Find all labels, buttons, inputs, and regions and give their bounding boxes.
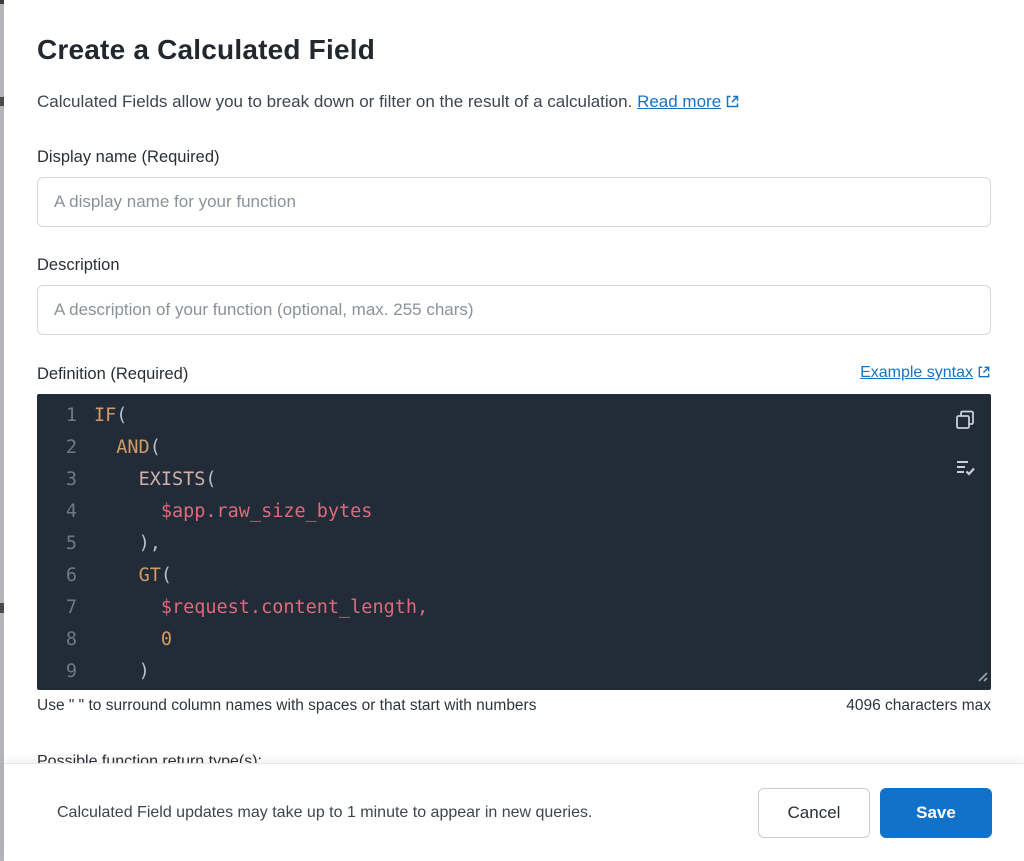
- modal-footer: Calculated Field updates may take up to …: [4, 763, 1024, 861]
- example-syntax-link[interactable]: Example syntax: [860, 364, 973, 381]
- definition-editor-lines: 1IF(2 AND(3 EXISTS(4 $app.raw_size_bytes…: [37, 400, 991, 688]
- read-more-link[interactable]: Read more: [637, 92, 721, 111]
- line-number: 8: [37, 624, 77, 656]
- footer-note: Calculated Field updates may take up to …: [57, 804, 758, 822]
- validate-list-icon[interactable]: [952, 455, 978, 481]
- line-number: 3: [37, 464, 77, 496]
- page-title: Create a Calculated Field: [37, 34, 991, 66]
- external-link-icon: [725, 94, 740, 114]
- line-number: 5: [37, 528, 77, 560]
- create-calculated-field-modal: Create a Calculated Field Calculated Fie…: [4, 0, 1024, 861]
- code-line: 7 $request.content_length,: [37, 592, 991, 624]
- copy-icon[interactable]: [952, 407, 978, 433]
- definition-label: Definition (Required): [37, 365, 188, 384]
- description-field-block: Description: [37, 256, 991, 335]
- intro-text: Calculated Fields allow you to break dow…: [37, 92, 991, 114]
- line-number: 4: [37, 496, 77, 528]
- display-name-field-block: Display name (Required): [37, 148, 991, 227]
- save-button[interactable]: Save: [880, 788, 992, 838]
- definition-helper-row: Use " " to surround column names with sp…: [37, 697, 991, 715]
- code-line: 1IF(: [37, 400, 991, 432]
- line-number: 7: [37, 592, 77, 624]
- editor-toolbar: [952, 407, 978, 481]
- code-line: 8 0: [37, 624, 991, 656]
- display-name-label: Display name (Required): [37, 148, 991, 167]
- definition-helper-text: Use " " to surround column names with sp…: [37, 697, 536, 715]
- display-name-input[interactable]: [37, 177, 991, 227]
- code-line: 4 $app.raw_size_bytes: [37, 496, 991, 528]
- cancel-button[interactable]: Cancel: [758, 788, 870, 838]
- line-number: 6: [37, 560, 77, 592]
- definition-header: Definition (Required) Example syntax: [37, 364, 991, 384]
- line-number: 1: [37, 400, 77, 432]
- line-number: 2: [37, 432, 77, 464]
- intro-text-body: Calculated Fields allow you to break dow…: [37, 92, 632, 111]
- definition-editor[interactable]: 1IF(2 AND(3 EXISTS(4 $app.raw_size_bytes…: [37, 394, 991, 690]
- code-line: 3 EXISTS(: [37, 464, 991, 496]
- external-link-icon: [977, 365, 991, 384]
- code-line: 2 AND(: [37, 432, 991, 464]
- description-label: Description: [37, 256, 991, 275]
- code-line: 9 ): [37, 656, 991, 688]
- example-syntax-wrap: Example syntax: [860, 364, 991, 384]
- description-input[interactable]: [37, 285, 991, 335]
- code-line: 6 GT(: [37, 560, 991, 592]
- code-line: 5 ),: [37, 528, 991, 560]
- character-limit-text: 4096 characters max: [846, 697, 991, 715]
- line-number: 9: [37, 656, 77, 688]
- resize-grip-icon[interactable]: [975, 666, 988, 687]
